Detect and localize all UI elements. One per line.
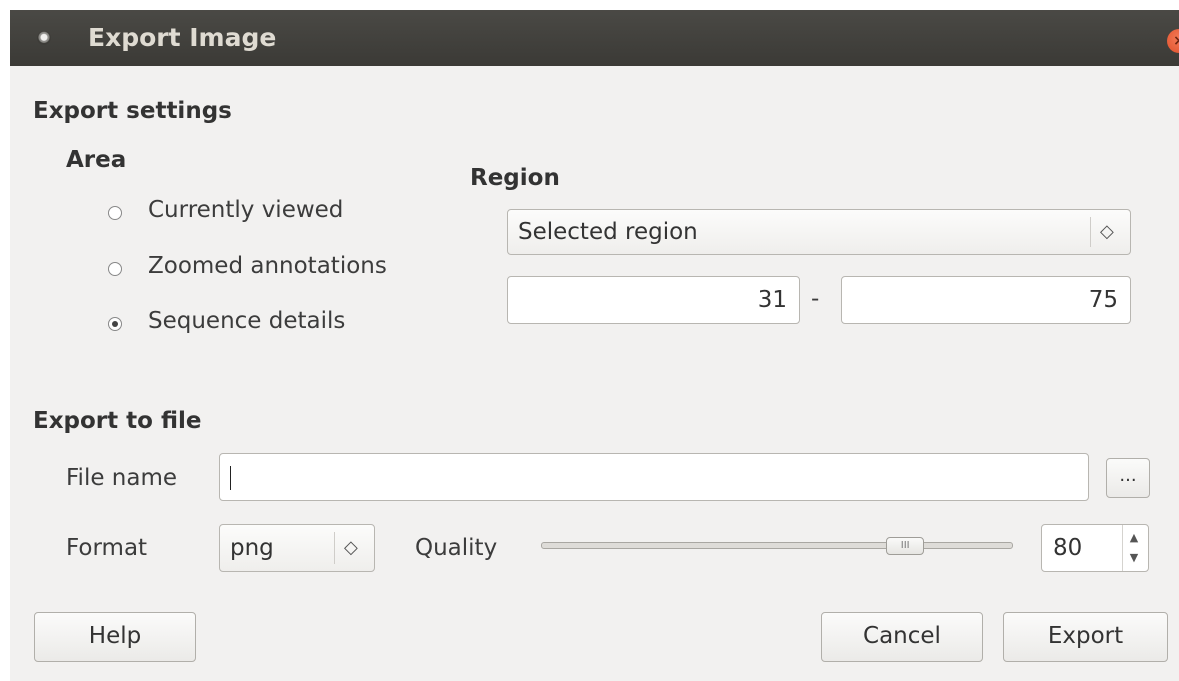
radio-sequence-details[interactable] xyxy=(108,317,122,331)
format-label: Format xyxy=(66,535,148,561)
region-title: Region xyxy=(470,165,560,191)
browse-button[interactable]: ... xyxy=(1106,458,1150,498)
region-select-value: Selected region xyxy=(518,219,698,245)
region-from-field[interactable]: 31 xyxy=(507,276,800,324)
region-to-value: 75 xyxy=(1088,287,1118,313)
export-image-dialog: Export Image × Export settings Area Curr… xyxy=(10,10,1179,681)
export-settings-title: Export settings xyxy=(33,98,232,124)
format-select-value: png xyxy=(230,535,274,561)
spin-separator xyxy=(1122,525,1123,571)
chevron-updown-icon: ◇ xyxy=(1100,221,1114,242)
spin-up-icon[interactable]: ▲ xyxy=(1126,530,1142,546)
cancel-button[interactable]: Cancel xyxy=(821,612,983,662)
quality-spinbox[interactable]: 80 ▲ ▼ xyxy=(1041,524,1149,572)
region-to-field[interactable]: 75 xyxy=(841,276,1131,324)
quality-slider-handle[interactable]: III xyxy=(886,537,925,555)
title-bar: Export Image × xyxy=(10,10,1179,66)
chevron-updown-icon: ◇ xyxy=(344,537,358,558)
close-icon[interactable]: × xyxy=(1167,29,1179,53)
region-from-value: 31 xyxy=(757,287,787,313)
combo-separator xyxy=(334,532,335,564)
window-title: Export Image xyxy=(88,23,277,52)
export-button[interactable]: Export xyxy=(1003,612,1168,662)
export-to-file-title: Export to file xyxy=(33,408,202,434)
quality-spinbox-value: 80 xyxy=(1053,535,1083,561)
file-name-label: File name xyxy=(66,465,178,491)
quality-label: Quality xyxy=(415,535,498,561)
format-select[interactable]: png ◇ xyxy=(219,524,375,572)
text-cursor xyxy=(230,466,231,490)
app-menu-icon[interactable] xyxy=(37,31,51,45)
radio-zoomed-annotations[interactable] xyxy=(108,262,122,276)
region-range-separator: - xyxy=(811,286,820,312)
radio-label-currently-viewed[interactable]: Currently viewed xyxy=(148,197,343,223)
help-button[interactable]: Help xyxy=(34,612,196,662)
radio-label-zoomed-annotations[interactable]: Zoomed annotations xyxy=(148,253,387,279)
quality-slider-track[interactable] xyxy=(541,542,1013,549)
area-title: Area xyxy=(66,147,127,173)
radio-currently-viewed[interactable] xyxy=(108,206,122,220)
region-select[interactable]: Selected region ◇ xyxy=(507,209,1131,255)
file-name-input[interactable] xyxy=(219,453,1089,501)
combo-separator xyxy=(1090,217,1091,247)
spin-down-icon[interactable]: ▼ xyxy=(1126,550,1142,566)
radio-label-sequence-details[interactable]: Sequence details xyxy=(148,308,345,334)
